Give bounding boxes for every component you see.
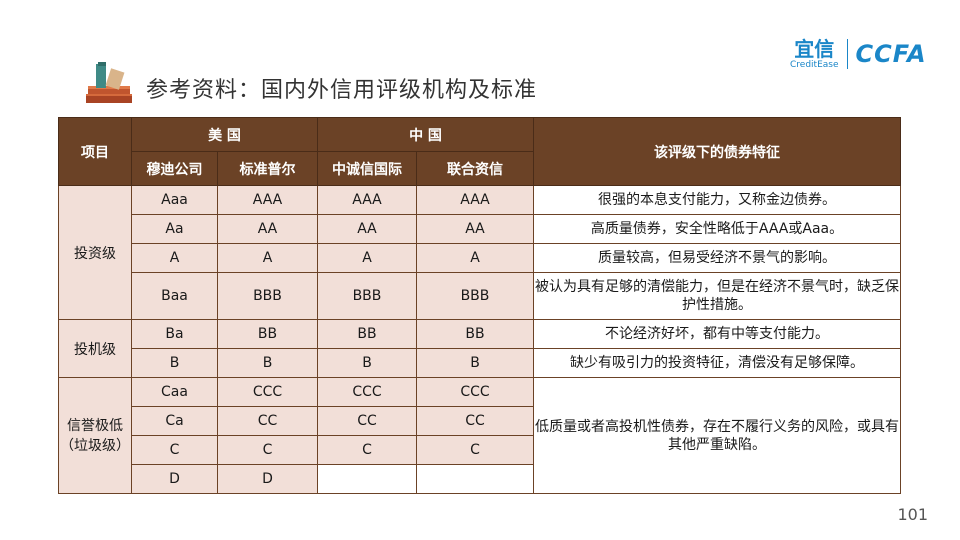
header-item: 项目 [58, 117, 132, 186]
rating-cell: Baa [131, 272, 218, 320]
rating-cell: CC [317, 406, 417, 436]
table-row: B B B B 缺少有吸引力的投资特征，清偿没有足够保障。 [59, 348, 901, 378]
header-feature: 该评级下的债券特征 [533, 117, 901, 186]
table-row: 投资级 Aaa AAA AAA AAA 很强的本息支付能力，又称金边债券。 [58, 185, 901, 320]
rating-cell: B [131, 348, 218, 378]
rating-cell: C [317, 435, 417, 465]
feature-cell: 高质量债券，安全性略低于AAA或Aaa。 [533, 214, 901, 244]
rating-cell: BBB [317, 272, 417, 320]
rating-cell: A [131, 243, 218, 273]
rating-cell: AAA [217, 185, 318, 215]
rating-cell: D [131, 464, 218, 494]
header-china: 中 国 [317, 117, 534, 152]
rating-cell: D [217, 464, 318, 494]
header-lianhe: 联合资信 [416, 151, 534, 186]
table-row: Aa AA AA AA 高质量债券，安全性略低于AAA或Aaa。 [59, 214, 901, 244]
feature-cell: 不论经济好坏，都有中等支付能力。 [533, 319, 901, 349]
table-row: Baa BBB BBB BBB 被认为具有足够的清偿能力，但是在经济不景气时，缺… [59, 272, 901, 320]
rating-cell: Caa [131, 377, 218, 407]
table-row: A A A A 质量较高，但易受经济不景气的影响。 [59, 243, 901, 273]
rating-cell: AAA [317, 185, 417, 215]
rating-cell: AA [217, 214, 318, 244]
rating-cell: BBB [416, 272, 534, 320]
rating-cell: B [217, 348, 318, 378]
rating-cell: Aa [131, 214, 218, 244]
header-sp: 标准普尔 [217, 151, 318, 186]
rating-cell: BB [416, 319, 534, 349]
page-number: 101 [897, 505, 928, 524]
rating-cell: CCC [416, 377, 534, 407]
rating-cell: B [416, 348, 534, 378]
feature-cell: 很强的本息支付能力，又称金边债券。 [533, 185, 901, 215]
rating-cell: AAA [416, 185, 534, 215]
rating-cell: C [131, 435, 218, 465]
books-icon [86, 62, 132, 103]
rating-cell: CCC [317, 377, 417, 407]
feature-cell: 低质量或者高投机性债券，存在不履行义务的风险，或具有其他严重缺陷。 [533, 377, 901, 494]
feature-cell: 质量较高，但易受经济不景气的影响。 [533, 243, 901, 273]
header-moodys: 穆迪公司 [131, 151, 218, 186]
category-speculative: 投机级 [58, 319, 132, 378]
rating-cell [416, 464, 534, 494]
rating-cell: C [217, 435, 318, 465]
rating-cell: CCC [217, 377, 318, 407]
table-row: 投机级 Ba BB BB BB 不论经济好坏，都有中等支付能力。 [58, 319, 901, 378]
header-ccxi: 中诚信国际 [317, 151, 417, 186]
rating-cell: BB [217, 319, 318, 349]
logo-divider [846, 39, 848, 69]
rating-cell: Ba [131, 319, 218, 349]
rating-cell: C [416, 435, 534, 465]
rating-cell: B [317, 348, 417, 378]
rating-table: 项目 美 国 中 国 该评级下的债券特征 穆迪公司 标准普尔 中诚信国际 联合资… [58, 117, 901, 494]
rating-cell: AA [416, 214, 534, 244]
rating-cell: CC [217, 406, 318, 436]
ccfa-logo: CCFA [855, 40, 927, 68]
category-low: 信誉极低（垃圾级） [58, 377, 132, 494]
logo-brand-cn: 宜信 [794, 36, 835, 61]
rating-cell: BBB [217, 272, 318, 320]
rating-cell: CC [416, 406, 534, 436]
rating-cell: A [217, 243, 318, 273]
category-investment: 投资级 [58, 185, 132, 320]
header-usa: 美 国 [131, 117, 318, 152]
creditease-logo: 宜信 CreditEase [790, 38, 839, 71]
rating-cell [317, 464, 417, 494]
rating-cell: Aaa [131, 185, 218, 215]
rating-cell: Ca [131, 406, 218, 436]
rating-cell: A [416, 243, 534, 273]
feature-cell: 被认为具有足够的清偿能力，但是在经济不景气时，缺乏保护性措施。 [533, 272, 901, 320]
page-title: 参考资料：国内外信用评级机构及标准 [146, 78, 538, 103]
logo-brand-en: CreditEase [790, 59, 839, 70]
rating-cell: BB [317, 319, 417, 349]
brand-logo: 宜信 CreditEase CCFA [790, 34, 927, 74]
table-row: 信誉极低（垃圾级） Caa CCC CCC CCC 低质量或者高投机性债券，存在… [58, 377, 901, 494]
feature-cell: 缺少有吸引力的投资特征，清偿没有足够保障。 [533, 348, 901, 378]
rating-cell: A [317, 243, 417, 273]
rating-cell: AA [317, 214, 417, 244]
